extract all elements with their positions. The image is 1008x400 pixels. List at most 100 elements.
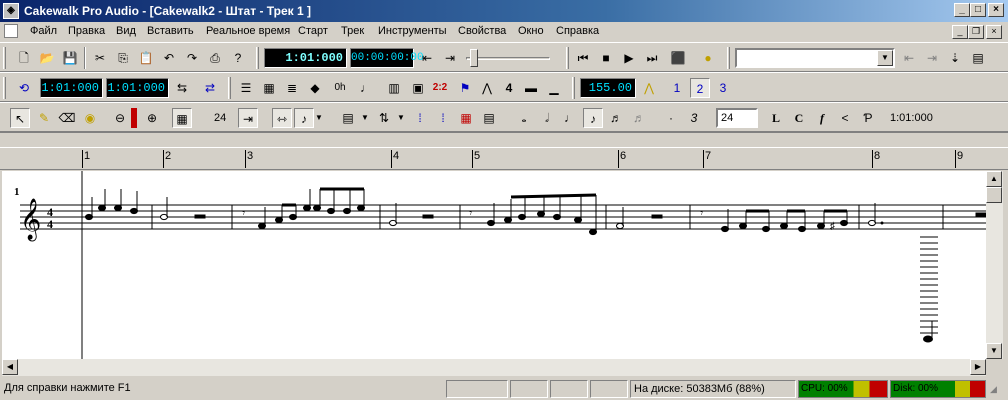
new-file-icon[interactable]: 🗋 — [14, 48, 34, 68]
toolbar-grip[interactable] — [727, 47, 730, 69]
help-icon[interactable]: ? — [228, 48, 248, 68]
view-big-time-icon[interactable]: ▁ — [544, 78, 564, 98]
mdi-minimize-button[interactable]: _ — [952, 25, 968, 39]
undo-icon[interactable]: ↶ — [159, 48, 179, 68]
menu-file[interactable]: Файл — [30, 25, 57, 37]
pedal-p-button[interactable]: Ƥ — [858, 108, 878, 128]
view-lyrics-icon[interactable]: ♩ — [356, 78, 376, 98]
panic-icon[interactable]: ● — [698, 48, 718, 68]
snap-to-icon[interactable]: ⇥ — [238, 108, 258, 128]
chevron-down-icon[interactable]: ▼ — [877, 50, 893, 66]
toolbar-grip[interactable] — [228, 77, 231, 99]
duration-note-icon[interactable]: ♪ — [294, 108, 314, 128]
set-from-icon[interactable]: ⇤ — [417, 48, 437, 68]
marker-prev-icon[interactable]: ⇤ — [899, 48, 919, 68]
horizontal-scrollbar[interactable]: ◀ ▶ — [2, 359, 986, 376]
tempo-ratio-1-icon[interactable]: 1 — [667, 78, 687, 98]
menu-tools[interactable]: Инструменты — [378, 25, 447, 37]
zoom-out-icon[interactable]: ⊖ — [110, 108, 130, 128]
staff-view[interactable]: 1 𝄞 4 4 𝄾 𝄾 𝄾 ♯ — [2, 171, 986, 359]
eighth-note-icon[interactable]: ♪ — [583, 108, 603, 128]
marker-list-icon[interactable]: ▤ — [968, 48, 988, 68]
close-button[interactable]: × — [988, 3, 1004, 17]
maximize-button[interactable]: □ — [970, 3, 986, 17]
position-slider-track[interactable] — [466, 57, 550, 60]
chord-alt-icon[interactable]: ⁞ — [433, 108, 453, 128]
sixteenth-note-icon[interactable]: ♬ — [606, 108, 626, 128]
hairpin-icon[interactable]: < — [835, 108, 855, 128]
menu-realtime[interactable]: Реальное время — [206, 25, 290, 37]
now-time-display[interactable]: 1:01:000 — [264, 48, 347, 68]
view-video-icon[interactable]: ▣ — [408, 78, 428, 98]
menu-edit[interactable]: Правка — [68, 25, 105, 37]
menu-options[interactable]: Свойства — [458, 25, 506, 37]
view-list-icon[interactable]: ☰ — [236, 78, 256, 98]
menu-help[interactable]: Справка — [556, 25, 599, 37]
marker-next-icon[interactable]: ⇥ — [922, 48, 942, 68]
chord-icon[interactable]: ⁞ — [410, 108, 430, 128]
loop-toggle-icon[interactable]: ⇄ — [200, 78, 220, 98]
open-folder-icon[interactable]: 📂 — [37, 48, 57, 68]
toolbar-grip[interactable] — [566, 47, 569, 69]
scroll-right-icon[interactable]: ▶ — [970, 359, 986, 375]
scroll-left-icon[interactable]: ◀ — [2, 359, 18, 375]
loop-from-display[interactable]: 1:01:000 — [40, 78, 103, 98]
chord-c-button[interactable]: C — [789, 108, 809, 128]
print-icon[interactable]: ⎙ — [205, 48, 225, 68]
position-slider-thumb[interactable] — [470, 49, 478, 67]
measure-ruler[interactable]: 1 2 3 4 5 6 7 8 9 — [0, 148, 1008, 170]
loop-thru-display[interactable]: 1:01:000 — [106, 78, 169, 98]
lyric-l-button[interactable]: L — [766, 108, 786, 128]
view-sysx-icon[interactable]: ▬ — [521, 78, 541, 98]
view-console-icon[interactable]: ▥ — [384, 78, 404, 98]
thirtysecond-note-icon[interactable]: ♬ — [629, 108, 649, 128]
set-thru-icon[interactable]: ⇥ — [440, 48, 460, 68]
toolbar-grip[interactable] — [572, 77, 575, 99]
vertical-scrollbar[interactable]: ▲ ▼ — [986, 171, 1003, 359]
copy-icon[interactable]: ⎘ — [113, 48, 133, 68]
tempo-ratio-icon[interactable]: ⋀ — [639, 78, 659, 98]
vertical-scroll-thumb[interactable] — [986, 187, 1002, 203]
markers-combo[interactable]: ▼ — [735, 48, 895, 68]
dot-icon[interactable]: · — [661, 108, 681, 128]
document-icon[interactable] — [4, 24, 18, 38]
chevron-down-icon[interactable]: ▼ — [358, 108, 372, 128]
half-note-icon[interactable]: 𝅗𝅥 — [537, 108, 557, 128]
loop-icon[interactable]: ⟲ — [14, 78, 34, 98]
view-markers-icon[interactable]: ⚑ — [455, 78, 475, 98]
view-meter-key-icon[interactable]: 4 — [499, 78, 519, 98]
guitar-icon[interactable]: ▦ — [456, 108, 476, 128]
mdi-close-button[interactable]: × — [986, 25, 1002, 39]
dynamics-f-button[interactable]: f — [812, 108, 832, 128]
view-events-icon[interactable]: 0h — [330, 78, 350, 98]
fill-duration-icon[interactable]: ⇿ — [272, 108, 292, 128]
toolbar-grip[interactable] — [3, 77, 6, 99]
menu-go[interactable]: Старт — [298, 25, 328, 37]
save-icon[interactable]: 💾 — [60, 48, 80, 68]
tempo-display[interactable]: 155.00 — [580, 78, 636, 98]
toolbar-grip[interactable] — [3, 47, 6, 69]
snap-grid-icon[interactable]: ▦ — [172, 108, 192, 128]
tempo-ratio-3-icon[interactable]: 3 — [713, 78, 733, 98]
view-audio-icon[interactable]: ◆ — [305, 78, 325, 98]
marker-insert-icon[interactable]: ⇣ — [945, 48, 965, 68]
layout-icon[interactable]: ▤ — [338, 108, 358, 128]
rewind-icon[interactable]: ⏮ — [573, 48, 593, 68]
stop-icon[interactable]: ■ — [596, 48, 616, 68]
scrub-tool-icon[interactable]: ◉ — [80, 108, 100, 128]
quarter-note-icon[interactable]: ♩ — [560, 108, 580, 128]
staff-notation[interactable]: 1 𝄞 4 4 𝄾 𝄾 𝄾 ♯ — [2, 171, 986, 359]
resize-grip-icon[interactable]: ◢ — [990, 384, 1004, 398]
view-tracks-icon[interactable]: ≣ — [282, 78, 302, 98]
record-icon[interactable]: ⬛ — [668, 48, 688, 68]
smpte-time-display[interactable]: 00:00:00:00 — [350, 48, 424, 68]
whole-note-icon[interactable]: 𝅝 — [514, 108, 534, 128]
menu-view[interactable]: Вид — [116, 25, 136, 37]
zoom-in-icon[interactable]: ⊕ — [142, 108, 162, 128]
view-meter-icon[interactable]: 2:2 — [430, 78, 450, 98]
lyrics-icon[interactable]: ▤ — [479, 108, 499, 128]
chevron-down-icon[interactable]: ▼ — [394, 108, 408, 128]
paste-icon[interactable]: 📋 — [136, 48, 156, 68]
menu-insert[interactable]: Вставить — [147, 25, 194, 37]
view-grid-icon[interactable]: ▦ — [259, 78, 279, 98]
